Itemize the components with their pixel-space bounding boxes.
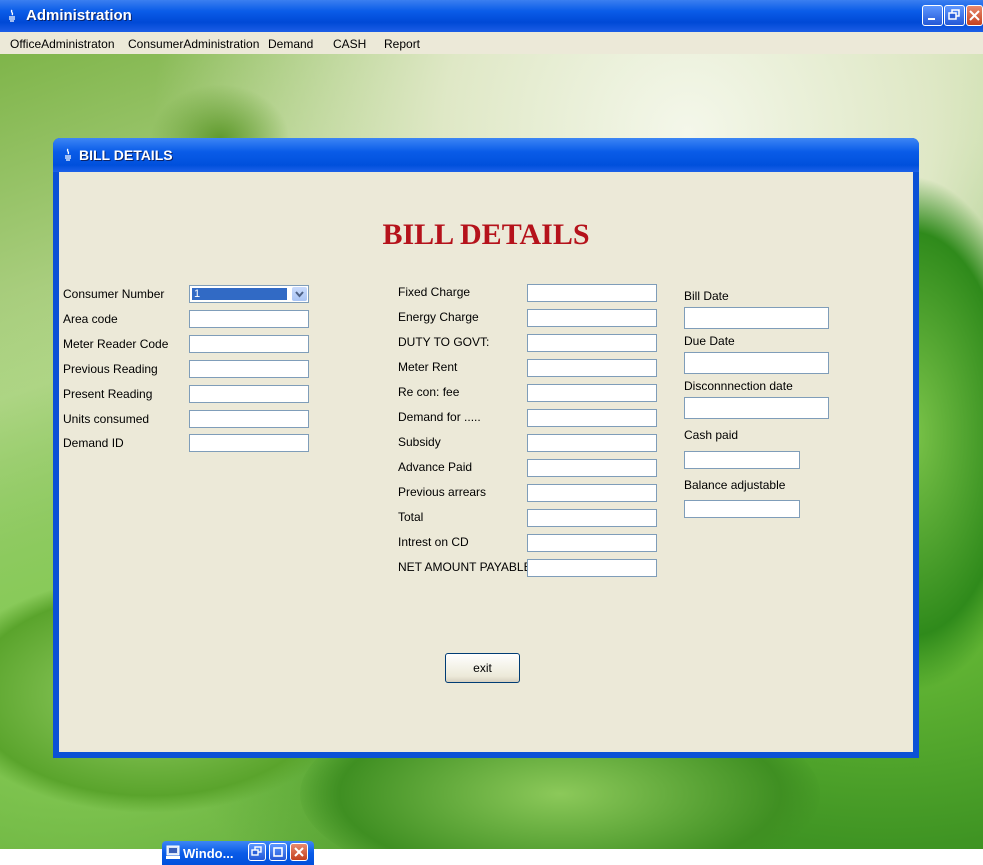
area-code-field[interactable] bbox=[189, 310, 309, 328]
menu-demand[interactable]: Demand bbox=[268, 37, 313, 51]
subsidy-label: Subsidy bbox=[398, 435, 441, 449]
demand-for-field[interactable] bbox=[527, 409, 657, 427]
fixed-charge-field[interactable] bbox=[527, 284, 657, 302]
area-code-label: Area code bbox=[63, 312, 118, 326]
demand-id-label: Demand ID bbox=[63, 436, 124, 450]
minimized-window[interactable]: Windo... bbox=[162, 841, 314, 865]
consumer-number-value: 1 bbox=[192, 288, 287, 300]
menu-cash[interactable]: CASH bbox=[333, 37, 366, 51]
menu-consumer-administration[interactable]: ConsumerAdministration bbox=[128, 37, 259, 51]
present-reading-field[interactable] bbox=[189, 385, 309, 403]
minimized-window-title: Windo... bbox=[183, 846, 234, 861]
total-label: Total bbox=[398, 510, 424, 524]
minimize-button[interactable] bbox=[922, 5, 943, 26]
balance-adjustable-field[interactable] bbox=[684, 500, 800, 518]
interest-on-cd-field[interactable] bbox=[527, 534, 657, 552]
java-icon bbox=[65, 148, 71, 161]
bottom-strip bbox=[0, 849, 983, 865]
dialog-titlebar[interactable]: BILL DETAILS bbox=[53, 138, 919, 172]
present-reading-label: Present Reading bbox=[63, 387, 153, 401]
window-titlebar[interactable]: Administration bbox=[0, 0, 983, 32]
java-icon bbox=[9, 9, 15, 22]
total-field[interactable] bbox=[527, 509, 657, 527]
advance-paid-field[interactable] bbox=[527, 459, 657, 477]
meter-reader-code-field[interactable] bbox=[189, 335, 309, 353]
restore-button[interactable] bbox=[944, 5, 965, 26]
net-amount-payable-label: NET AMOUNT PAYABLE bbox=[398, 560, 532, 574]
energy-charge-label: Energy Charge bbox=[398, 310, 479, 324]
dialog-content: BILL DETAILS Consumer Number 1 Area code… bbox=[59, 172, 913, 752]
duty-to-govt-field[interactable] bbox=[527, 334, 657, 352]
meter-reader-code-label: Meter Reader Code bbox=[63, 337, 169, 351]
menu-bar: OfficeAdministraton ConsumerAdministrati… bbox=[0, 32, 983, 54]
restore-button[interactable] bbox=[248, 843, 266, 861]
menu-office-administration[interactable]: OfficeAdministraton bbox=[10, 37, 115, 51]
disconnection-date-field[interactable] bbox=[684, 397, 829, 419]
page-heading: BILL DETAILS bbox=[382, 218, 590, 251]
exit-button[interactable]: exit bbox=[445, 653, 520, 683]
subsidy-field[interactable] bbox=[527, 434, 657, 452]
consumer-number-label: Consumer Number bbox=[63, 287, 165, 301]
menu-report[interactable]: Report bbox=[384, 37, 420, 51]
demand-for-label: Demand for ..... bbox=[398, 410, 481, 424]
previous-reading-field[interactable] bbox=[189, 360, 309, 378]
close-button[interactable] bbox=[966, 5, 983, 26]
balance-adjustable-label: Balance adjustable bbox=[684, 478, 786, 492]
bill-date-field[interactable] bbox=[684, 307, 829, 329]
demand-id-field[interactable] bbox=[189, 434, 309, 452]
maximize-button[interactable] bbox=[269, 843, 287, 861]
cash-paid-field[interactable] bbox=[684, 451, 800, 469]
meter-rent-field[interactable] bbox=[527, 359, 657, 377]
consumer-number-select[interactable]: 1 bbox=[189, 285, 309, 303]
previous-arrears-label: Previous arrears bbox=[398, 485, 487, 499]
fixed-charge-label: Fixed Charge bbox=[398, 285, 471, 299]
window-title: Administration bbox=[26, 7, 132, 24]
chevron-down-icon[interactable] bbox=[292, 287, 307, 301]
cash-paid-label: Cash paid bbox=[684, 428, 739, 442]
net-amount-payable-field[interactable] bbox=[527, 559, 657, 577]
disconnection-date-label: Disconnnection date bbox=[684, 379, 793, 393]
dialog-title: BILL DETAILS bbox=[79, 147, 173, 163]
window-icon bbox=[166, 845, 180, 859]
energy-charge-field[interactable] bbox=[527, 309, 657, 327]
advance-paid-label: Advance Paid bbox=[398, 460, 473, 474]
close-button[interactable] bbox=[290, 843, 308, 861]
previous-arrears-field[interactable] bbox=[527, 484, 657, 502]
duty-to-govt-label: DUTY TO GOVT: bbox=[398, 335, 490, 349]
due-date-field[interactable] bbox=[684, 352, 829, 374]
bill-date-label: Bill Date bbox=[684, 289, 729, 303]
due-date-label: Due Date bbox=[684, 334, 735, 348]
meter-rent-label: Meter Rent bbox=[398, 360, 458, 374]
recon-fee-label: Re con: fee bbox=[398, 385, 460, 399]
units-consumed-label: Units consumed bbox=[63, 412, 150, 426]
previous-reading-label: Previous Reading bbox=[63, 362, 158, 376]
units-consumed-field[interactable] bbox=[189, 410, 309, 428]
bill-details-dialog: BILL DETAILS BILL DETAILS Consumer Numbe… bbox=[53, 138, 919, 758]
recon-fee-field[interactable] bbox=[527, 384, 657, 402]
interest-on-cd-label: Intrest on CD bbox=[398, 535, 469, 549]
